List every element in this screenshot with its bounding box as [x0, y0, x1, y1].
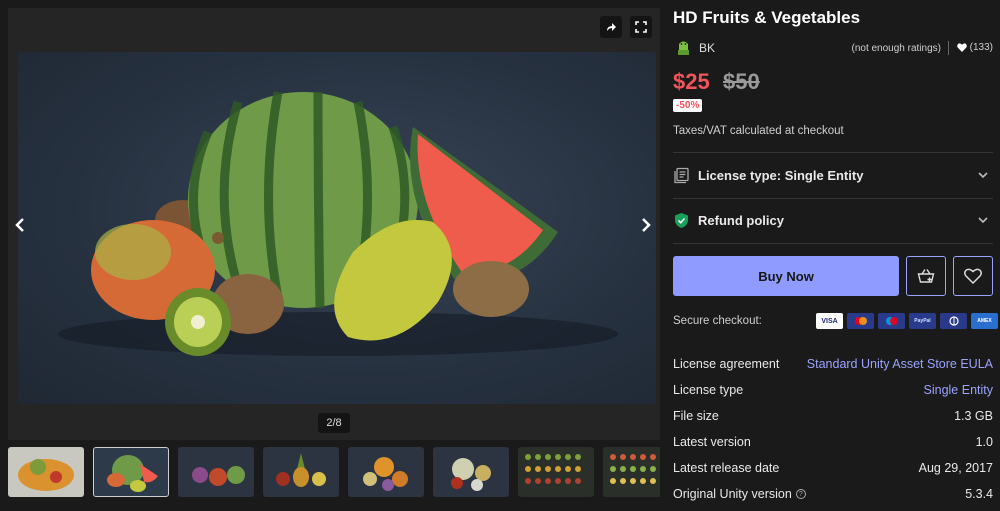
- divider: [948, 41, 949, 55]
- product-specs: License agreement Standard Unity Asset S…: [673, 357, 993, 511]
- ratings-text[interactable]: (not enough ratings): [851, 43, 941, 54]
- divider: [673, 152, 993, 153]
- chevron-down-icon: [978, 172, 988, 179]
- spec-value: 1.3 GB: [954, 409, 993, 423]
- thumbnail[interactable]: [178, 447, 254, 497]
- thumbnail[interactable]: [348, 447, 424, 497]
- refund-accordion[interactable]: Refund policy: [673, 209, 993, 231]
- spec-value: Aug 29, 2017: [918, 461, 993, 475]
- favorites-label: (133): [969, 42, 993, 53]
- product-title: HD Fruits & Vegetables: [673, 8, 861, 27]
- diners-club-icon: [940, 313, 967, 329]
- paypal-icon: PayPal: [909, 313, 936, 329]
- mastercard-logo: [854, 317, 867, 325]
- sale-price: $25: [673, 69, 710, 94]
- amex-icon: AMEX: [971, 313, 998, 329]
- thumbnail-image: [451, 458, 491, 491]
- share-icon: [607, 23, 616, 31]
- spec-row: License agreement Standard Unity Asset S…: [673, 357, 993, 383]
- spec-key: Latest version: [673, 435, 751, 449]
- spec-key: Original Unity version: [673, 487, 792, 501]
- divider: [673, 198, 993, 199]
- add-to-wishlist-button[interactable]: [953, 256, 993, 296]
- spec-row: Latest version 1.0: [673, 435, 993, 461]
- image-counter: 2/8: [318, 413, 350, 433]
- chevron-down-icon: [978, 217, 988, 224]
- shield-check-icon: [675, 212, 688, 228]
- publisher-logo[interactable]: [675, 38, 692, 56]
- spec-key: File size: [673, 409, 719, 423]
- chevron-left-icon: [15, 218, 24, 232]
- image-viewer: 2/8: [8, 8, 660, 440]
- spec-key: Latest release date: [673, 461, 780, 475]
- license-accordion[interactable]: License type: Single Entity: [673, 164, 993, 186]
- thumbnail[interactable]: [433, 447, 509, 497]
- spec-value: 1.0: [975, 435, 993, 449]
- license-type-link[interactable]: Single Entity: [924, 383, 993, 397]
- share-button[interactable]: [600, 16, 622, 38]
- thumbnail-image: [363, 457, 408, 491]
- payment-methods: VISA PayPal AMEX: [816, 313, 998, 329]
- buy-now-button[interactable]: Buy Now: [673, 256, 899, 296]
- publisher-name[interactable]: BK: [699, 41, 715, 55]
- divider: [673, 243, 993, 244]
- next-image-button[interactable]: [634, 210, 658, 240]
- chevron-right-icon: [642, 218, 651, 232]
- thumbnail[interactable]: [8, 447, 84, 497]
- diners-logo: [948, 316, 959, 326]
- previous-image-button[interactable]: [8, 210, 32, 240]
- thumbnail-active[interactable]: [93, 447, 169, 497]
- spec-row: Original Unity version ? 5.3.4: [673, 487, 993, 511]
- thumbnail-strip: [8, 447, 660, 499]
- fruit-illustration: [58, 91, 618, 356]
- thumbnail[interactable]: [603, 447, 660, 497]
- maestro-logo: [885, 317, 898, 325]
- add-to-cart-button[interactable]: [906, 256, 946, 296]
- fullscreen-button[interactable]: [630, 16, 652, 38]
- secure-checkout-label: Secure checkout:: [673, 315, 762, 327]
- mastercard-icon: [847, 313, 874, 329]
- heart-outline-icon: [964, 268, 982, 284]
- help-icon[interactable]: ?: [795, 489, 806, 499]
- heart-icon: [956, 43, 967, 52]
- thumbnail-image: [192, 466, 245, 486]
- spec-key-with-help: Original Unity version ?: [673, 487, 806, 501]
- fullscreen-icon: [635, 21, 647, 33]
- license-icon: [674, 167, 689, 183]
- cart-add-icon: [917, 269, 935, 283]
- favorites-count[interactable]: (133): [956, 42, 993, 53]
- original-price: $50: [723, 69, 760, 94]
- license-accordion-label: License type: Single Entity: [698, 167, 864, 183]
- thumbnail-image: [525, 454, 581, 484]
- product-image[interactable]: [18, 52, 656, 404]
- spec-row: License type Single Entity: [673, 383, 993, 409]
- refund-accordion-label: Refund policy: [698, 212, 784, 228]
- license-agreement-link[interactable]: Standard Unity Asset Store EULA: [807, 357, 993, 371]
- discount-badge: -50%: [673, 99, 703, 112]
- spec-row: File size 1.3 GB: [673, 409, 993, 435]
- maestro-icon: [878, 313, 905, 329]
- thumbnail[interactable]: [518, 447, 594, 497]
- spec-value: 5.3.4: [965, 487, 993, 501]
- thumbnail-image: [276, 453, 326, 487]
- thumbnail[interactable]: [263, 447, 339, 497]
- spec-key: License type: [673, 383, 744, 397]
- thumbnail-image: [107, 455, 158, 492]
- tax-note: Taxes/VAT calculated at checkout: [673, 125, 844, 137]
- thumbnail-image: [610, 454, 656, 484]
- thumbnail-image: [18, 459, 74, 491]
- visa-icon: VISA: [816, 313, 843, 329]
- spec-row: Latest release date Aug 29, 2017: [673, 461, 993, 487]
- spec-key: License agreement: [673, 357, 780, 371]
